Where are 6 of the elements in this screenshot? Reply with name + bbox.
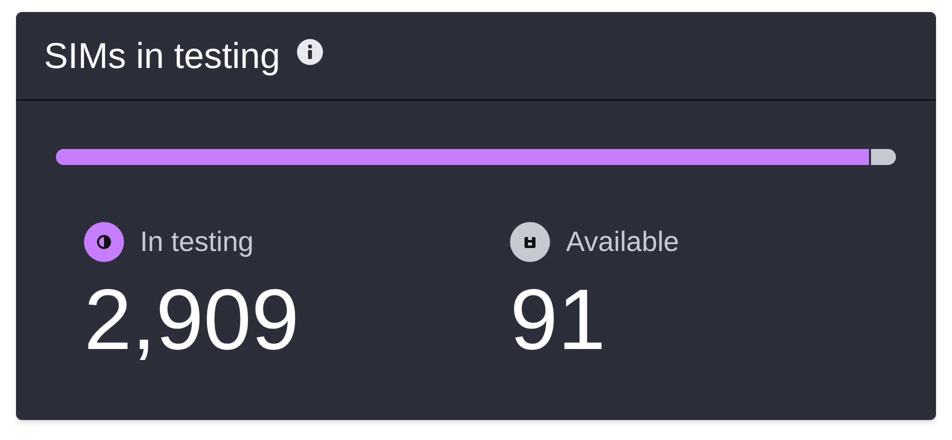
stat-label: Available (566, 225, 680, 259)
stat-value: 91 (510, 277, 607, 363)
stat-value: 2,909 (84, 277, 300, 363)
info-icon[interactable] (296, 38, 324, 66)
stat-label: In testing (140, 225, 254, 259)
card-title: SIMs in testing (44, 34, 280, 78)
